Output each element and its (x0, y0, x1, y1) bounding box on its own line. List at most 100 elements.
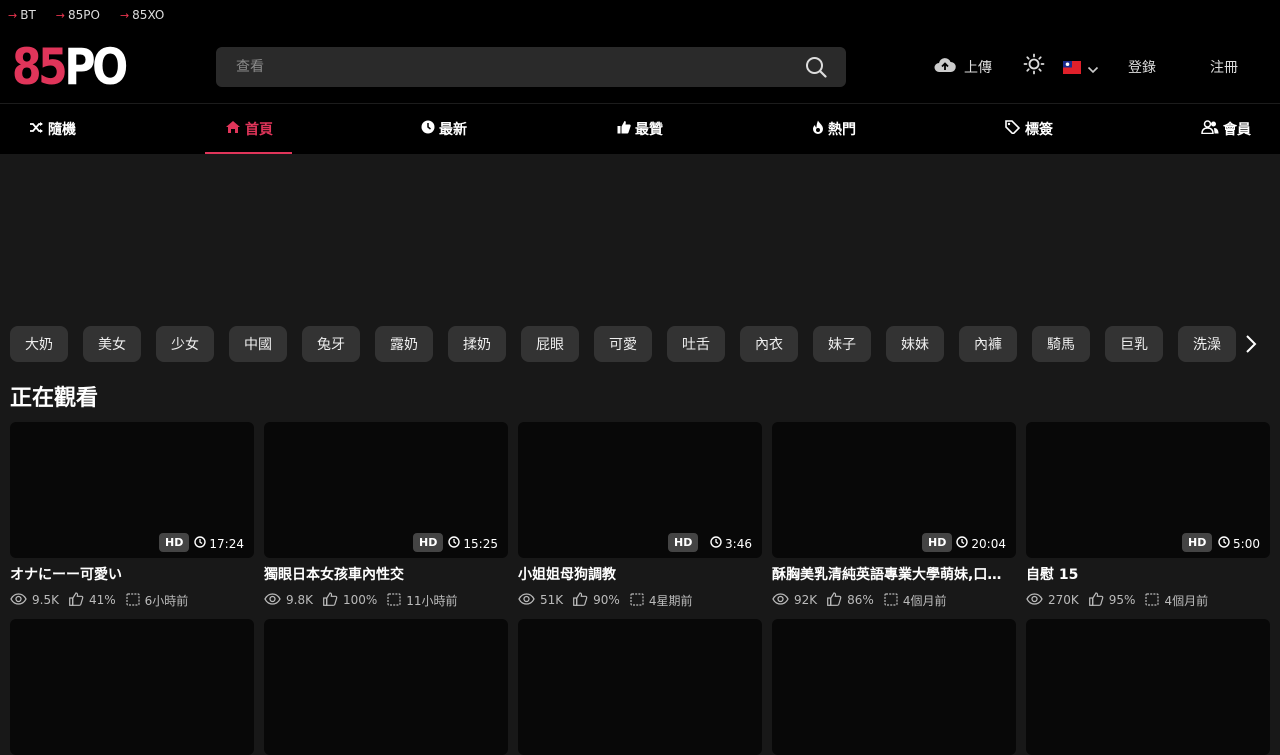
video-card[interactable]: HD 3:46 小姐姐母狗調教 51K 90% 4星期前 (518, 422, 762, 608)
nav-hot[interactable]: 熱門 (812, 104, 856, 154)
view-count: 9.5K (32, 593, 59, 607)
section-title: 正在觀看 (10, 386, 99, 411)
tag-chip[interactable]: 內衣 (740, 326, 798, 362)
arrow-right-icon: → (119, 8, 130, 22)
video-meta: 9.8K 100% 11小時前 (264, 591, 508, 609)
video-title[interactable]: 獨眼日本女孩車內性交 (264, 566, 504, 584)
nav-home[interactable]: 首頁 (225, 104, 273, 154)
top-link-85xo[interactable]: → 85XO (120, 8, 164, 22)
tag-chip[interactable]: 內褲 (959, 326, 1017, 362)
video-meta: 51K 90% 4星期前 (518, 591, 762, 609)
search-input[interactable] (216, 59, 796, 75)
top-link-bt[interactable]: → BT (8, 8, 36, 22)
calendar-icon (630, 592, 644, 609)
video-thumbnail[interactable] (518, 619, 762, 755)
video-card[interactable] (518, 619, 762, 755)
video-thumbnail[interactable] (1026, 619, 1270, 755)
thumbs-up-icon (69, 591, 84, 609)
video-card[interactable]: HD 20:04 酥胸美乳清純英語專業大學萌妹,口語... 92K 86% 4個月前 (772, 422, 1016, 608)
search-icon[interactable] (796, 47, 836, 87)
tag-chip[interactable]: 屁眼 (521, 326, 579, 362)
clock-icon (710, 536, 722, 551)
video-meta: 92K 86% 4個月前 (772, 591, 1016, 608)
hd-badge: HD (668, 533, 699, 552)
duration: 15:25 (448, 536, 498, 551)
sun-icon[interactable] (1023, 53, 1045, 75)
tag-chip[interactable]: 騎馬 (1032, 326, 1090, 362)
clock-icon (421, 120, 435, 138)
like-ratio: 41% (88, 593, 116, 607)
tag-chip[interactable]: 揉奶 (448, 326, 506, 362)
home-icon (225, 120, 241, 138)
tag-chip[interactable]: 少女 (156, 326, 214, 362)
video-thumbnail[interactable] (264, 619, 508, 755)
nav-tags[interactable]: 標簽 (1005, 104, 1053, 154)
tag-chip[interactable]: 中國 (229, 326, 287, 362)
arrow-right-icon: → (8, 8, 18, 22)
register-button[interactable]: 注冊 (1210, 57, 1238, 77)
like-ratio: 95% (1108, 593, 1136, 607)
calendar-icon (387, 592, 401, 609)
upload-button[interactable]: 上傳 (934, 57, 992, 77)
taiwan-flag-icon (1063, 59, 1081, 78)
tag-chip[interactable]: 大奶 (10, 326, 68, 362)
calendar-icon (1145, 592, 1160, 609)
cloud-upload-icon (934, 57, 956, 77)
top-links-bar: → BT → 85PO → 85XO (0, 0, 1280, 30)
tag-chip[interactable]: 妹妹 (886, 326, 944, 362)
nav-members[interactable]: 會員 (1201, 104, 1251, 154)
video-card[interactable] (10, 619, 254, 755)
upload-time: 4星期前 (648, 593, 693, 608)
nav-top-rated[interactable]: 最贊 (617, 104, 663, 154)
video-card[interactable]: HD 15:25 獨眼日本女孩車內性交 9.8K 100% 11小時前 (264, 422, 508, 608)
video-title[interactable]: 酥胸美乳清純英語專業大學萌妹,口語... (772, 566, 1012, 584)
nav-random[interactable]: 隨機 (29, 104, 76, 154)
video-card[interactable] (772, 619, 1016, 755)
language-selector[interactable] (1063, 59, 1099, 78)
thumbs-up-icon (323, 591, 338, 609)
duration: 3:46 (710, 536, 752, 551)
tag-chip[interactable]: 巨乳 (1105, 326, 1163, 362)
video-thumbnail[interactable]: HD 3:46 (518, 422, 762, 558)
tag-chip[interactable]: 可愛 (594, 326, 652, 362)
fire-icon (812, 120, 824, 138)
video-meta: 9.5K 41% 6小時前 (10, 591, 254, 609)
site-logo[interactable]: 85 PO (12, 42, 128, 92)
clock-icon (448, 536, 461, 551)
upload-time: 4個月前 (1164, 593, 1209, 608)
thumbs-up-icon (617, 120, 631, 138)
nav-latest[interactable]: 最新 (421, 104, 467, 154)
clock-icon (194, 536, 207, 551)
video-card[interactable] (264, 619, 508, 755)
login-button[interactable]: 登錄 (1128, 57, 1156, 77)
tag-chip[interactable]: 兔牙 (302, 326, 360, 362)
video-thumbnail[interactable]: HD 15:25 (264, 422, 508, 558)
like-ratio: 100% (342, 593, 378, 607)
thumbs-up-icon (573, 591, 588, 609)
view-count: 51K (540, 593, 564, 607)
video-thumbnail[interactable] (10, 619, 254, 755)
video-title[interactable]: オナにーー可愛い (10, 566, 250, 584)
video-thumbnail[interactable] (772, 619, 1016, 755)
tag-chip[interactable]: 美女 (83, 326, 141, 362)
video-thumbnail[interactable]: HD 17:24 (10, 422, 254, 558)
calendar-icon (126, 592, 140, 609)
tag-chip[interactable]: 吐舌 (667, 326, 725, 362)
view-count: 9.8K (286, 593, 313, 607)
video-thumbnail[interactable]: HD 5:00 (1026, 422, 1270, 558)
video-card[interactable]: HD 17:24 オナにーー可愛い 9.5K 41% 6小時前 (10, 422, 254, 608)
chevron-right-icon[interactable] (1240, 330, 1262, 358)
video-title[interactable]: 自慰 15 (1026, 566, 1266, 584)
duration: 17:24 (194, 536, 244, 551)
tag-chip[interactable]: 洗澡 (1178, 326, 1236, 362)
video-title[interactable]: 小姐姐母狗調教 (518, 566, 758, 584)
top-link-85po[interactable]: → 85PO (56, 8, 100, 22)
video-card[interactable]: HD 5:00 自慰 15 270K 95% 4個月前 (1026, 422, 1270, 608)
main-nav: 隨機 首頁 最新 最贊 熱門 標簽 會員 (0, 104, 1280, 154)
video-card[interactable] (1026, 619, 1270, 755)
tag-chip[interactable]: 露奶 (375, 326, 433, 362)
upload-time: 6小時前 (144, 593, 189, 608)
hd-badge: HD (159, 533, 190, 552)
video-thumbnail[interactable]: HD 20:04 (772, 422, 1016, 558)
tag-chip[interactable]: 妹子 (813, 326, 871, 362)
